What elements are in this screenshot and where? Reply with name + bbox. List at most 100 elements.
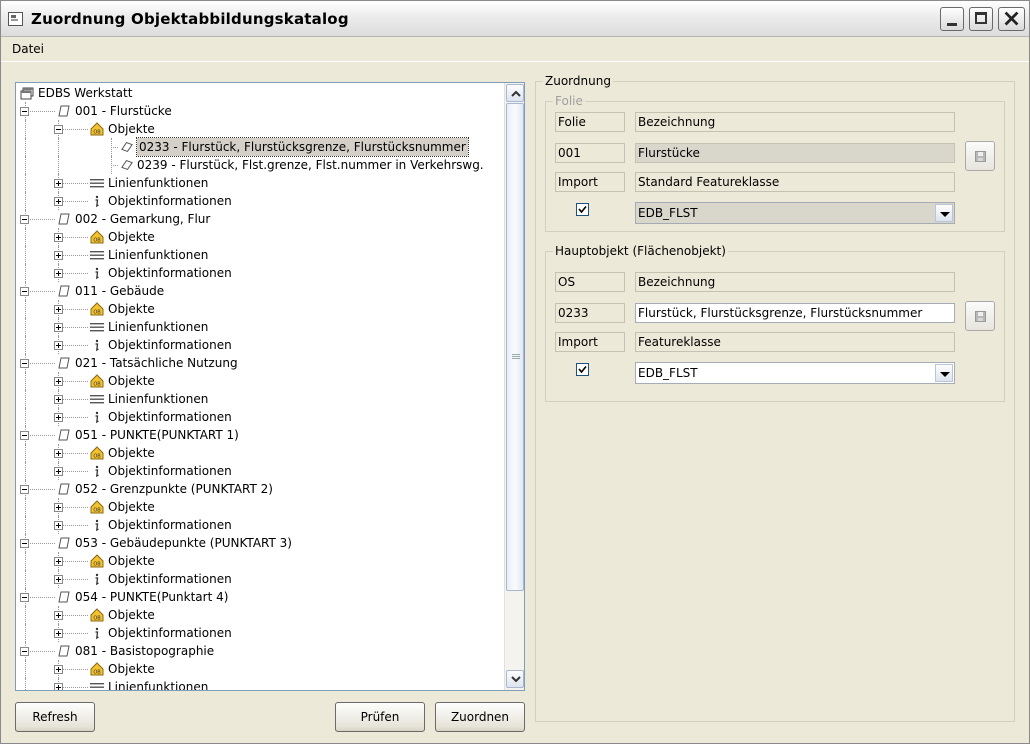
tree-leaf-item[interactable]: 0239 - Flurstück, Flst.grenze, Flst.numm… xyxy=(16,156,504,174)
tree-item[interactable]: Linienfunktionen xyxy=(16,678,504,690)
tree-item[interactable]: 081 - Basistopographie xyxy=(16,642,504,660)
tree-item[interactable]: 053 - Gebäudepunkte (PUNKTART 3) xyxy=(16,534,504,552)
tree-item-label[interactable]: Objektinformationen xyxy=(108,462,232,480)
collapse-minus-icon[interactable] xyxy=(20,593,29,602)
folie-import-checkbox[interactable] xyxy=(576,203,589,216)
tree-item[interactable]: Objektinformationen xyxy=(16,408,504,426)
tree-item-label[interactable]: 054 - PUNKTE(Punktart 4) xyxy=(75,588,228,606)
tree-item-label[interactable]: Objekte xyxy=(108,444,155,462)
maximize-button[interactable] xyxy=(969,7,993,31)
tree-item-label[interactable]: 0233 - Flurstück, Flurstücksgrenze, Flur… xyxy=(136,137,469,157)
katalog-tree[interactable]: EDBS Werkstatt 001 - Flurstücke OB Objekte 0… xyxy=(15,82,525,691)
dropdown-arrow-icon[interactable] xyxy=(935,204,953,222)
minimize-button[interactable] xyxy=(940,7,964,31)
tree-item-label[interactable]: Objekte xyxy=(108,120,155,138)
pruefen-button[interactable]: Prüfen xyxy=(335,702,425,732)
expand-plus-icon[interactable] xyxy=(54,413,63,422)
expand-plus-icon[interactable] xyxy=(54,683,63,690)
expand-plus-icon[interactable] xyxy=(54,467,63,476)
collapse-minus-icon[interactable] xyxy=(20,485,29,494)
scroll-thumb[interactable] xyxy=(506,103,524,591)
tree-item-label[interactable]: 081 - Basistopographie xyxy=(75,642,214,660)
tree-item-label[interactable]: 011 - Gebäude xyxy=(75,282,164,300)
folie-name-field[interactable]: Flurstücke xyxy=(635,143,955,163)
tree-item[interactable]: OB Objekte xyxy=(16,660,504,678)
os-import-checkbox[interactable] xyxy=(576,363,589,376)
os-save-button[interactable] xyxy=(965,301,995,331)
scroll-up-button[interactable] xyxy=(506,84,524,102)
tree-item-label[interactable]: Linienfunktionen xyxy=(108,678,208,690)
tree-item-label[interactable]: Objektinformationen xyxy=(108,336,232,354)
tree-item-label[interactable]: Linienfunktionen xyxy=(108,174,208,192)
tree-item-label[interactable]: Objektinformationen xyxy=(108,624,232,642)
expand-plus-icon[interactable] xyxy=(54,503,63,512)
collapse-minus-icon[interactable] xyxy=(20,215,29,224)
collapse-minus-icon[interactable] xyxy=(20,539,29,548)
collapse-minus-icon[interactable] xyxy=(54,125,63,134)
expand-plus-icon[interactable] xyxy=(54,575,63,584)
tree-item-label[interactable]: Linienfunktionen xyxy=(108,246,208,264)
tree-item-label[interactable]: 021 - Tatsächliche Nutzung xyxy=(75,354,238,372)
tree-scrollbar[interactable] xyxy=(504,83,524,690)
tree-item[interactable]: Objektinformationen xyxy=(16,570,504,588)
tree-item[interactable]: OB Objekte xyxy=(16,606,504,624)
tree-item-label[interactable]: Objekte xyxy=(108,300,155,318)
expand-plus-icon[interactable] xyxy=(54,251,63,260)
tree-item[interactable]: Objektinformationen xyxy=(16,516,504,534)
os-code-field[interactable]: 0233 xyxy=(555,303,625,323)
tree-item[interactable]: Objektinformationen xyxy=(16,336,504,354)
tree-item-label[interactable]: 052 - Grenzpunkte (PUNKTART 2) xyxy=(75,480,273,498)
tree-item[interactable]: 002 - Gemarkung, Flur xyxy=(16,210,504,228)
tree-item-label[interactable]: 001 - Flurstücke xyxy=(75,102,172,120)
tree-item-label[interactable]: Objektinformationen xyxy=(108,264,232,282)
tree-item-label[interactable]: Objektinformationen xyxy=(108,192,232,210)
tree-item[interactable]: Objektinformationen xyxy=(16,624,504,642)
tree-item-label[interactable]: 002 - Gemarkung, Flur xyxy=(75,210,210,228)
tree-item[interactable]: OB Objekte xyxy=(16,498,504,516)
tree-item-label[interactable]: Objekte xyxy=(108,660,155,678)
expand-plus-icon[interactable] xyxy=(54,395,63,404)
zuordnen-button[interactable]: Zuordnen xyxy=(435,702,525,732)
folie-featureclass-select[interactable]: EDB_FLST xyxy=(635,202,955,224)
tree-item-label[interactable]: Linienfunktionen xyxy=(108,390,208,408)
menu-datei[interactable]: Datei xyxy=(12,42,44,56)
tree-item[interactable]: Linienfunktionen xyxy=(16,390,504,408)
expand-plus-icon[interactable] xyxy=(54,377,63,386)
collapse-minus-icon[interactable] xyxy=(20,431,29,440)
tree-item[interactable]: OB Objekte xyxy=(16,120,504,138)
collapse-minus-icon[interactable] xyxy=(20,107,29,116)
tree-item[interactable]: EDBS Werkstatt xyxy=(16,84,504,102)
tree-item-label[interactable]: Objekte xyxy=(108,228,155,246)
os-featureclass-select[interactable]: EDB_FLST xyxy=(635,362,955,384)
collapse-minus-icon[interactable] xyxy=(20,647,29,656)
expand-plus-icon[interactable] xyxy=(54,557,63,566)
tree-leaf-item[interactable]: 0233 - Flurstück, Flurstücksgrenze, Flur… xyxy=(16,137,504,157)
dropdown-arrow-icon[interactable] xyxy=(935,364,953,382)
tree-item-label[interactable]: Objekte xyxy=(108,552,155,570)
tree-item[interactable]: Linienfunktionen xyxy=(16,174,504,192)
expand-plus-icon[interactable] xyxy=(54,449,63,458)
title-bar[interactable]: Zuordnung Objektabbildungskatalog xyxy=(1,1,1029,37)
tree-item[interactable]: OB Objekte xyxy=(16,372,504,390)
folie-save-button[interactable] xyxy=(965,141,995,171)
expand-plus-icon[interactable] xyxy=(54,521,63,530)
tree-item[interactable]: 021 - Tatsächliche Nutzung xyxy=(16,354,504,372)
collapse-minus-icon[interactable] xyxy=(20,287,29,296)
tree-item[interactable]: Linienfunktionen xyxy=(16,318,504,336)
tree-item[interactable]: 054 - PUNKTE(Punktart 4) xyxy=(16,588,504,606)
refresh-button[interactable]: Refresh xyxy=(15,702,95,732)
tree-item[interactable]: OB Objekte xyxy=(16,552,504,570)
tree-item[interactable]: 011 - Gebäude xyxy=(16,282,504,300)
tree-item-label[interactable]: Objektinformationen xyxy=(108,570,232,588)
tree-item-label[interactable]: 053 - Gebäudepunkte (PUNKTART 3) xyxy=(75,534,292,552)
tree-item-label[interactable]: Objekte xyxy=(108,498,155,516)
expand-plus-icon[interactable] xyxy=(54,323,63,332)
tree-item-label[interactable]: 0239 - Flurstück, Flst.grenze, Flst.numm… xyxy=(137,156,484,174)
expand-plus-icon[interactable] xyxy=(54,341,63,350)
tree-item-label[interactable]: Objektinformationen xyxy=(108,408,232,426)
tree-item-label[interactable]: Objektinformationen xyxy=(108,516,232,534)
expand-plus-icon[interactable] xyxy=(54,611,63,620)
tree-item[interactable]: Objektinformationen xyxy=(16,264,504,282)
tree-item[interactable]: OB Objekte xyxy=(16,300,504,318)
close-button[interactable] xyxy=(998,7,1025,31)
